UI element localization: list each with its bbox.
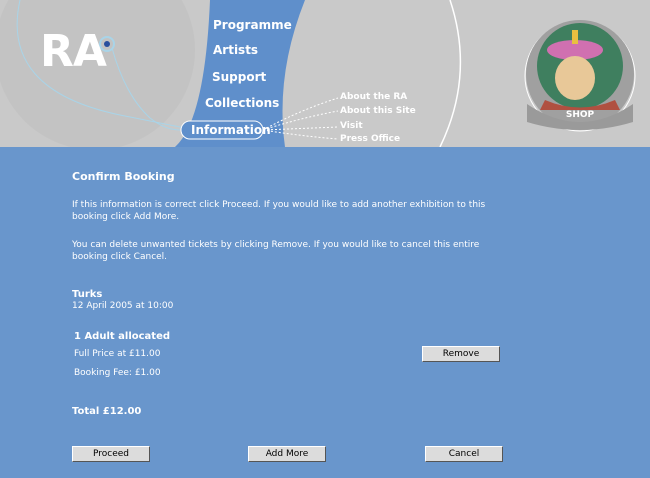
- remove-button[interactable]: Remove: [422, 346, 500, 362]
- shop-label[interactable]: SHOP: [550, 110, 610, 120]
- nav-artists[interactable]: Artists: [213, 43, 258, 57]
- nav-collections[interactable]: Collections: [205, 96, 279, 110]
- header-arc-right: [439, 0, 462, 147]
- subnav-about-the-ra[interactable]: About the RA: [340, 92, 407, 102]
- booking-fee: Booking Fee: £1.00: [74, 368, 161, 378]
- shop-image-face: [555, 56, 595, 100]
- add-more-button[interactable]: Add More: [248, 446, 326, 462]
- intro-paragraph-remove: You can delete unwanted tickets by click…: [72, 240, 480, 262]
- site-header: RA Programme Artists Support Collections…: [0, 0, 650, 147]
- ticket-full-price: Full Price at £11.00: [74, 349, 161, 359]
- subnav-about-this-site[interactable]: About this Site: [340, 106, 416, 116]
- page-title: Confirm Booking: [72, 170, 175, 183]
- nav-programme[interactable]: Programme: [213, 18, 292, 32]
- subnav-press-office[interactable]: Press Office: [340, 134, 400, 144]
- ra-logo[interactable]: RA: [40, 30, 107, 74]
- proceed-button[interactable]: Proceed: [72, 446, 150, 462]
- shop-image-crest: [572, 30, 578, 44]
- nav-information[interactable]: Information: [191, 123, 271, 137]
- exhibition-date: 12 April 2005 at 10:00: [72, 301, 174, 311]
- nav-support[interactable]: Support: [212, 70, 266, 84]
- cancel-button[interactable]: Cancel: [425, 446, 503, 462]
- booking-total: Total £12.00: [72, 406, 142, 417]
- intro-paragraph-proceed: If this information is correct click Pro…: [72, 200, 486, 222]
- subnav-visit[interactable]: Visit: [340, 121, 363, 131]
- tickets-allocated: 1 Adult allocated: [74, 331, 171, 342]
